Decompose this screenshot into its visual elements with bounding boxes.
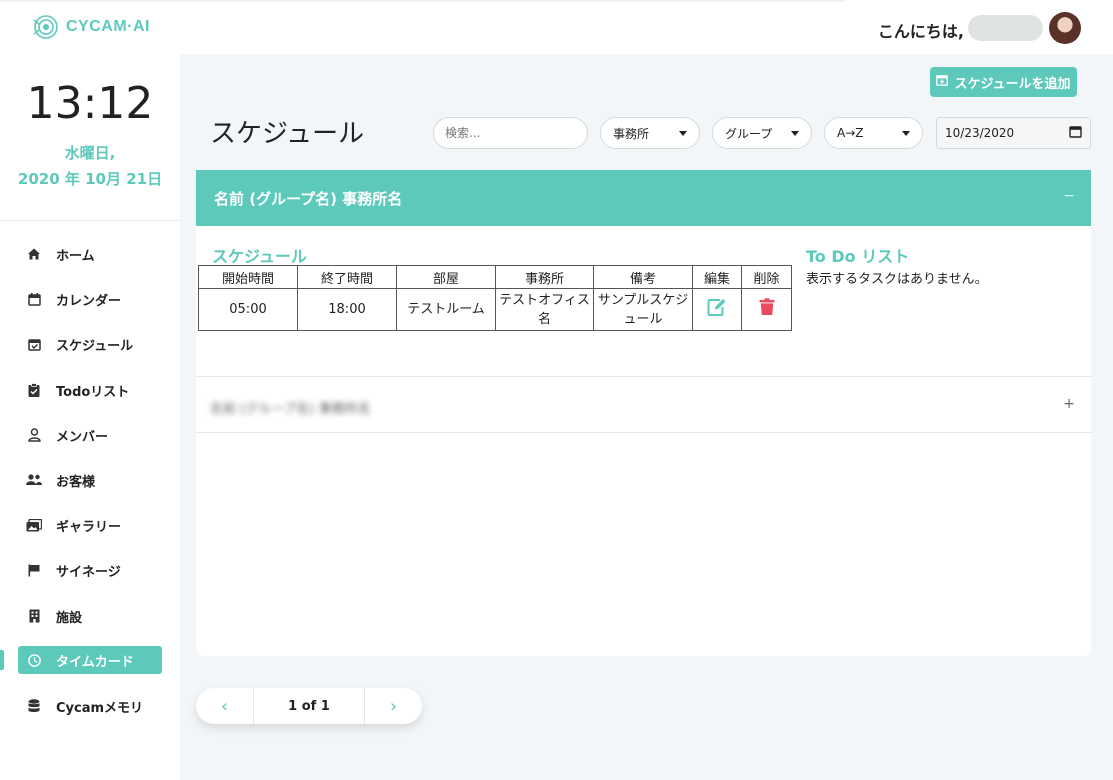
sidebar-item-label: Todoリスト xyxy=(56,384,130,400)
sidebar-item-label: Cycamメモリ xyxy=(56,700,144,716)
search-input[interactable] xyxy=(433,117,588,149)
collapsed-group-row[interactable]: 名前 (グループ名) 事務所名 + xyxy=(196,376,1091,433)
sidebar-item-label: スケジュール xyxy=(56,338,134,354)
clipboard-check-icon xyxy=(26,382,42,398)
sidebar-item-customers[interactable]: お客様 xyxy=(18,466,162,494)
todo-section-title: To Do リスト xyxy=(806,247,910,266)
edit-icon[interactable] xyxy=(707,298,727,322)
sidebar-divider xyxy=(0,220,180,221)
date-picker[interactable]: 10/23/2020 xyxy=(936,117,1091,149)
chevron-left-icon: ‹ xyxy=(220,695,229,717)
sidebar-item-label: メンバー xyxy=(56,429,109,445)
user-name-pill[interactable] xyxy=(968,15,1043,41)
active-nav-marker xyxy=(0,650,4,670)
sidebar-item-label: カレンダー xyxy=(56,293,122,309)
column-header: 備考 xyxy=(593,265,693,289)
add-schedule-label: スケジュールを追加 xyxy=(954,76,1071,92)
date-value: 10/23/2020 xyxy=(945,126,1015,140)
sidebar-item-cycam-memory[interactable]: Cycamメモリ xyxy=(18,692,162,720)
page-title: スケジュール xyxy=(210,119,365,149)
calendar-check-icon xyxy=(26,336,42,352)
column-header: 事務所 xyxy=(495,265,594,289)
avatar[interactable] xyxy=(1049,12,1081,44)
current-time: 13:12 xyxy=(26,78,154,129)
panel-header-title: 名前 (グループ名) 事務所名 xyxy=(214,189,403,208)
sidebar-item-schedule[interactable]: スケジュール xyxy=(18,330,162,358)
panel-header[interactable]: 名前 (グループ名) 事務所名 − xyxy=(196,170,1091,226)
start-time-cell: 05:00 xyxy=(198,288,298,331)
user-icon xyxy=(26,427,42,443)
expand-icon[interactable]: + xyxy=(1063,396,1075,412)
room-cell: テストルーム xyxy=(396,288,496,331)
group-filter-dropdown[interactable]: グループ xyxy=(712,117,812,149)
collapse-icon[interactable]: − xyxy=(1063,188,1075,204)
chevron-right-icon: › xyxy=(389,695,398,717)
flag-icon xyxy=(26,562,42,578)
clock-icon xyxy=(26,652,42,668)
sidebar-item-signage[interactable]: サイネージ xyxy=(18,556,162,584)
schedule-section-title: スケジュール xyxy=(212,247,307,266)
delete-cell xyxy=(741,288,792,331)
sidebar-item-label: サイネージ xyxy=(56,564,121,580)
sidebar-item-label: お客様 xyxy=(56,474,96,490)
sidebar-item-gallery[interactable]: ギャラリー xyxy=(18,511,162,539)
office-filter-dropdown[interactable]: 事務所 xyxy=(600,117,700,149)
users-icon xyxy=(26,472,42,488)
sidebar-item-home[interactable]: ホーム xyxy=(18,240,162,268)
greeting-text: こんにちは, xyxy=(877,22,964,41)
sidebar-item-facilities[interactable]: 施設 xyxy=(18,602,162,630)
collapsed-group-title: 名前 (グループ名) 事務所名 xyxy=(210,402,371,417)
sidebar-item-members[interactable]: メンバー xyxy=(18,421,162,449)
sort-value: A→Z xyxy=(837,126,864,140)
office-filter-value: 事務所 xyxy=(613,126,650,141)
database-icon xyxy=(26,698,42,714)
calendar-plus-icon xyxy=(936,74,949,90)
sidebar-item-label: ホーム xyxy=(56,248,95,264)
sidebar-item-todo[interactable]: Todoリスト xyxy=(18,376,162,404)
end-time-cell: 18:00 xyxy=(297,288,397,331)
office-cell: テストオフィス名 xyxy=(495,288,594,331)
chevron-down-icon xyxy=(791,130,799,136)
current-date: 2020 年 10月 21日 xyxy=(17,170,163,188)
schedule-table: 開始時間 終了時間 部屋 事務所 備考 編集 削除 05:00 18:00 テス… xyxy=(198,265,792,331)
prev-page-button[interactable]: ‹ xyxy=(196,688,253,724)
table-header-row: 開始時間 終了時間 部屋 事務所 備考 編集 削除 xyxy=(198,265,792,289)
current-weekday: 水曜日, xyxy=(64,144,116,162)
edit-cell xyxy=(692,288,742,331)
pagination: ‹ 1 of 1 › xyxy=(196,688,422,724)
sidebar-item-label: 施設 xyxy=(56,610,83,626)
sidebar-item-label: タイムカード xyxy=(56,654,134,670)
calendar-icon[interactable] xyxy=(1069,125,1082,141)
page-indicator: 1 of 1 xyxy=(253,688,365,724)
column-header: 編集 xyxy=(692,265,742,289)
calendar-icon xyxy=(26,291,42,307)
chevron-down-icon xyxy=(902,130,910,136)
top-bar-shade xyxy=(0,0,845,2)
logo-text: CYCAM·AI xyxy=(66,18,150,35)
add-schedule-button[interactable]: スケジュールを追加 xyxy=(930,67,1077,97)
todo-empty-message: 表示するタスクはありません。 xyxy=(806,272,988,287)
sort-dropdown[interactable]: A→Z xyxy=(824,117,923,149)
trash-icon[interactable] xyxy=(759,297,775,322)
next-page-button[interactable]: › xyxy=(365,688,422,724)
note-cell: サンプルスケジュール xyxy=(593,288,693,331)
logo-icon xyxy=(32,14,60,40)
home-icon xyxy=(26,246,42,262)
sidebar-item-calendar[interactable]: カレンダー xyxy=(18,285,162,313)
group-filter-value: グループ xyxy=(725,126,773,141)
sidebar-item-timecard[interactable]: タイムカード xyxy=(18,646,162,674)
column-header: 開始時間 xyxy=(198,265,298,289)
column-header: 部屋 xyxy=(396,265,496,289)
sidebar-item-label: ギャラリー xyxy=(56,519,122,535)
images-icon xyxy=(26,517,42,533)
column-header: 終了時間 xyxy=(297,265,397,289)
building-icon xyxy=(26,608,42,624)
column-header: 削除 xyxy=(741,265,792,289)
table-row: 05:00 18:00 テストルーム テストオフィス名 サンプルスケジュール xyxy=(198,288,792,331)
top-bar: CYCAM·AI こんにちは, xyxy=(0,0,1113,54)
logo[interactable]: CYCAM·AI xyxy=(32,14,150,40)
chevron-down-icon xyxy=(679,130,687,136)
